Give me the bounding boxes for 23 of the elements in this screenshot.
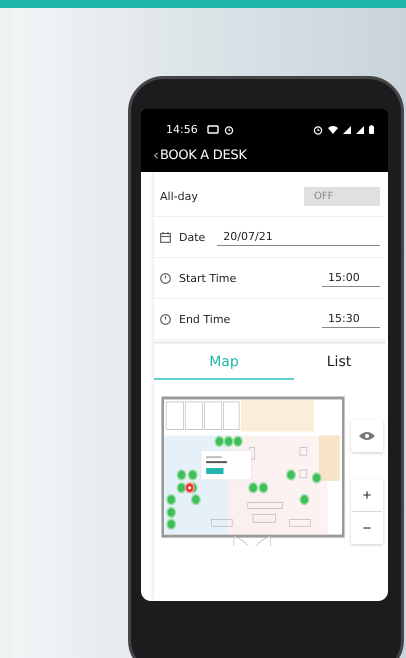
alarm-icon — [313, 124, 323, 134]
eye-icon — [359, 431, 375, 441]
battery-icon — [369, 125, 374, 134]
zoom-in-button[interactable]: + — [351, 479, 383, 511]
calendar-icon — [160, 232, 171, 242]
field-label: Start Time — [179, 272, 236, 284]
time-field[interactable]: 15:00 — [322, 269, 380, 287]
visibility-button[interactable] — [351, 420, 383, 452]
clock-icon — [160, 314, 171, 324]
all-day-label: All-day — [160, 190, 198, 202]
date-field[interactable]: 20/07/21 — [217, 228, 380, 246]
back-button[interactable]: ‹ — [153, 146, 159, 164]
field-label: End Time — [179, 312, 230, 326]
zoom-out-button[interactable]: − — [351, 512, 383, 544]
status-time: 14:56 — [166, 123, 198, 136]
view-tab[interactable]: List — [294, 344, 384, 380]
notification-icon — [206, 125, 219, 134]
page-title: BOOK A DESK — [160, 148, 247, 162]
wifi-icon — [328, 126, 338, 134]
clock-icon — [160, 272, 171, 284]
time-field[interactable]: 15:30 — [322, 310, 380, 328]
field-label: Date — [179, 230, 206, 244]
alarm-icon — [224, 124, 234, 134]
